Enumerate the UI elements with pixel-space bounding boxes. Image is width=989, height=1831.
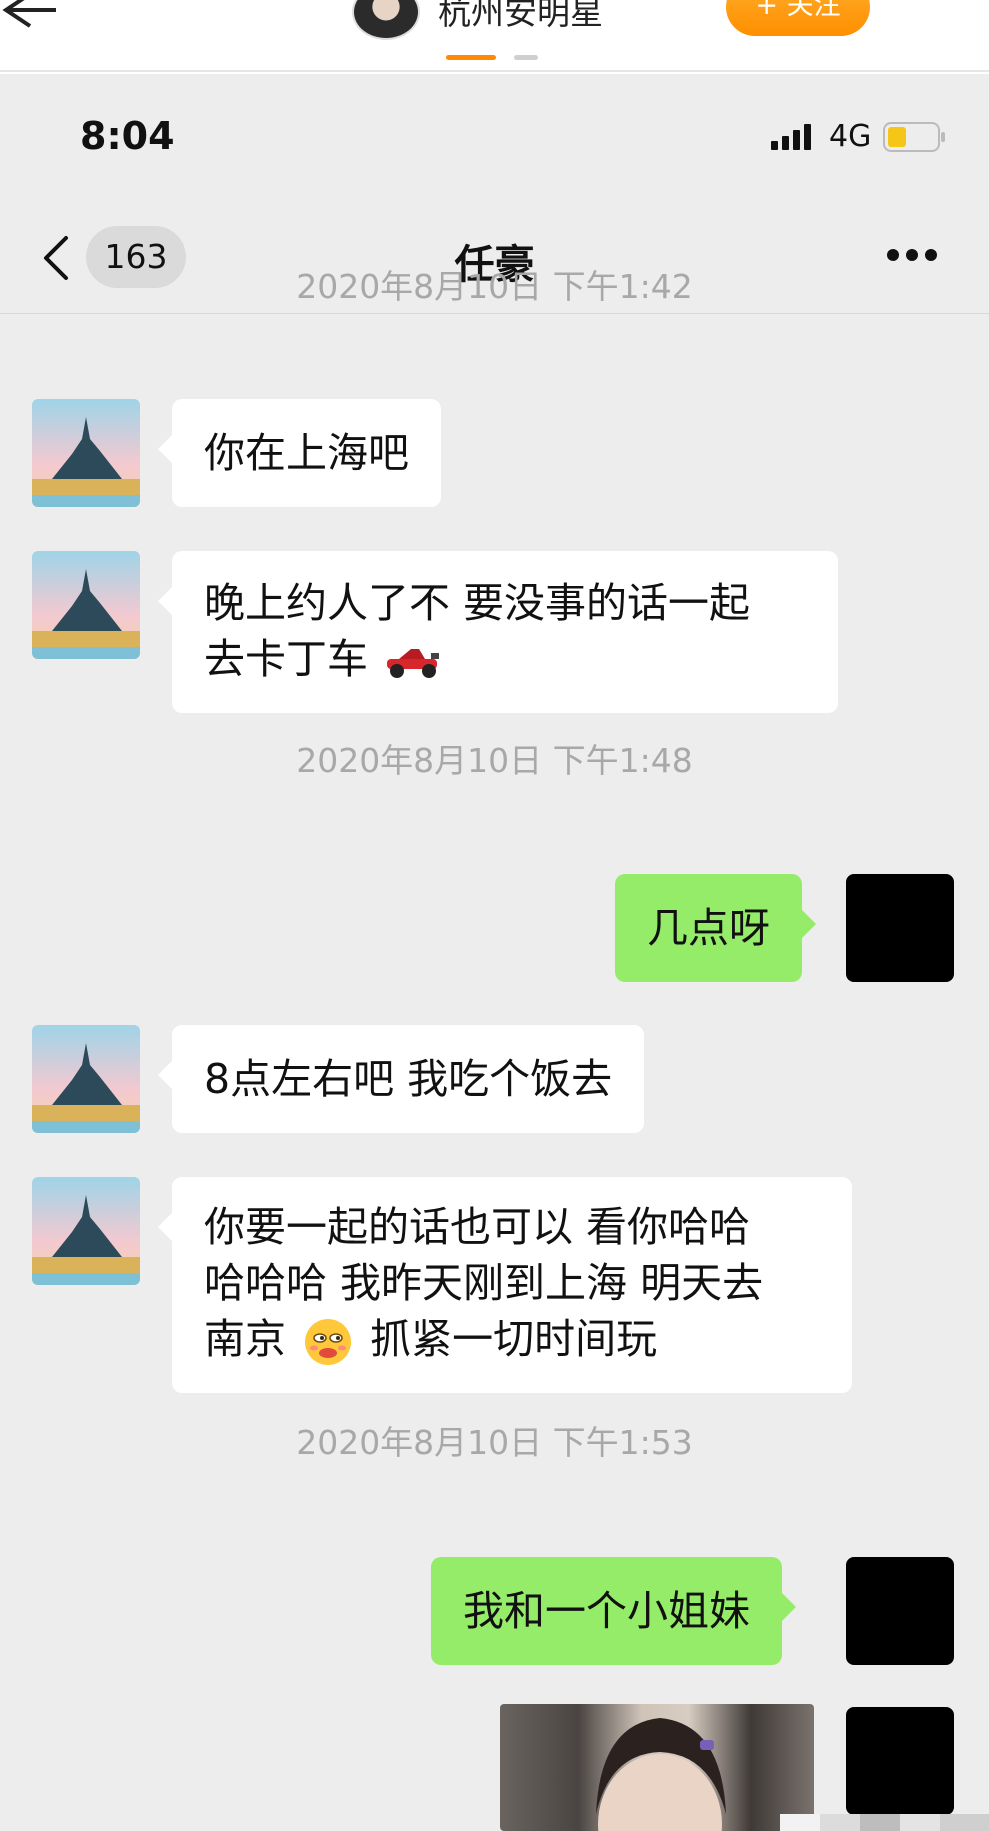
message-bubble-incoming[interactable]: 晚上约人了不 要没事的话一起 去卡丁车 [158, 551, 838, 713]
tab-indicator-inactive [514, 55, 538, 60]
message-text: 几点呀 [647, 904, 770, 952]
smirk-emoji-icon [305, 1319, 352, 1365]
race-car-icon [387, 649, 440, 678]
message-bubble-outgoing[interactable]: 我和一个小姐妹 [431, 1557, 796, 1665]
contact-avatar[interactable] [32, 1177, 140, 1285]
back-arrow-icon[interactable] [0, 0, 60, 30]
chat-screenshot: 8:04 4G 163 任豪 2020年8月10日 下午1:42 你在上海吧 晚… [0, 74, 989, 1831]
castle-landscape-icon [32, 1025, 140, 1133]
timestamp: 2020年8月10日 下午1:53 [296, 1423, 693, 1462]
pixelated-watermark [780, 1814, 989, 1831]
message-text: 晚上约人了不 要没事的话一起 [204, 579, 751, 627]
message-bubble-incoming[interactable]: 你在上海吧 [158, 399, 441, 507]
message-text: 抓紧一切时间玩 [370, 1315, 658, 1363]
outer-app-header: 杭州安明星 + 关注 [0, 0, 989, 70]
message-bubble-incoming[interactable]: 你要一起的话也可以 看你哈哈 哈哈哈 我昨天刚到上海 明天去 南京 抓紧一切时间… [158, 1177, 852, 1393]
message-text: 哈哈哈 我昨天刚到上海 明天去 [204, 1259, 764, 1307]
message-bubble-incoming[interactable]: 8点左右吧 我吃个饭去 [157, 1025, 645, 1133]
self-avatar[interactable] [846, 1557, 954, 1665]
message-text: 我和一个小姐妹 [463, 1587, 750, 1635]
portrait-photo [596, 1718, 726, 1831]
message-text: 8点左右吧 我吃个饭去 [204, 1055, 613, 1103]
header-divider [0, 70, 989, 72]
account-name[interactable]: 杭州安明星 [438, 0, 603, 34]
message-text-line: 去卡丁车 [204, 631, 806, 687]
contact-avatar[interactable] [32, 1025, 140, 1133]
photo-message[interactable] [500, 1704, 814, 1831]
contact-avatar[interactable] [32, 399, 140, 507]
contact-avatar[interactable] [32, 551, 140, 659]
network-label: 4G [829, 119, 872, 154]
message-text: 去卡丁车 [204, 635, 368, 683]
signal-icon [771, 124, 811, 150]
status-time: 8:04 [80, 114, 175, 158]
self-avatar[interactable] [846, 874, 954, 982]
timestamp: 2020年8月10日 下午1:48 [296, 741, 693, 780]
castle-landscape-icon [32, 399, 140, 507]
message-bubble-outgoing[interactable]: 几点呀 [615, 874, 816, 982]
message-text: 你要一起的话也可以 看你哈哈 [204, 1203, 751, 1251]
message-text-line: 南京 抓紧一切时间玩 [204, 1311, 820, 1367]
timestamp: 2020年8月10日 下午1:42 [296, 267, 693, 306]
message-text: 你在上海吧 [204, 429, 409, 477]
tab-indicator-active [446, 55, 496, 60]
castle-landscape-icon [32, 1177, 140, 1285]
castle-landscape-icon [32, 551, 140, 659]
account-avatar[interactable] [352, 0, 420, 40]
more-dots-icon[interactable] [930, 0, 980, 20]
message-text: 南京 [204, 1315, 286, 1363]
follow-button[interactable]: + 关注 [726, 0, 870, 36]
battery-icon [883, 122, 945, 152]
